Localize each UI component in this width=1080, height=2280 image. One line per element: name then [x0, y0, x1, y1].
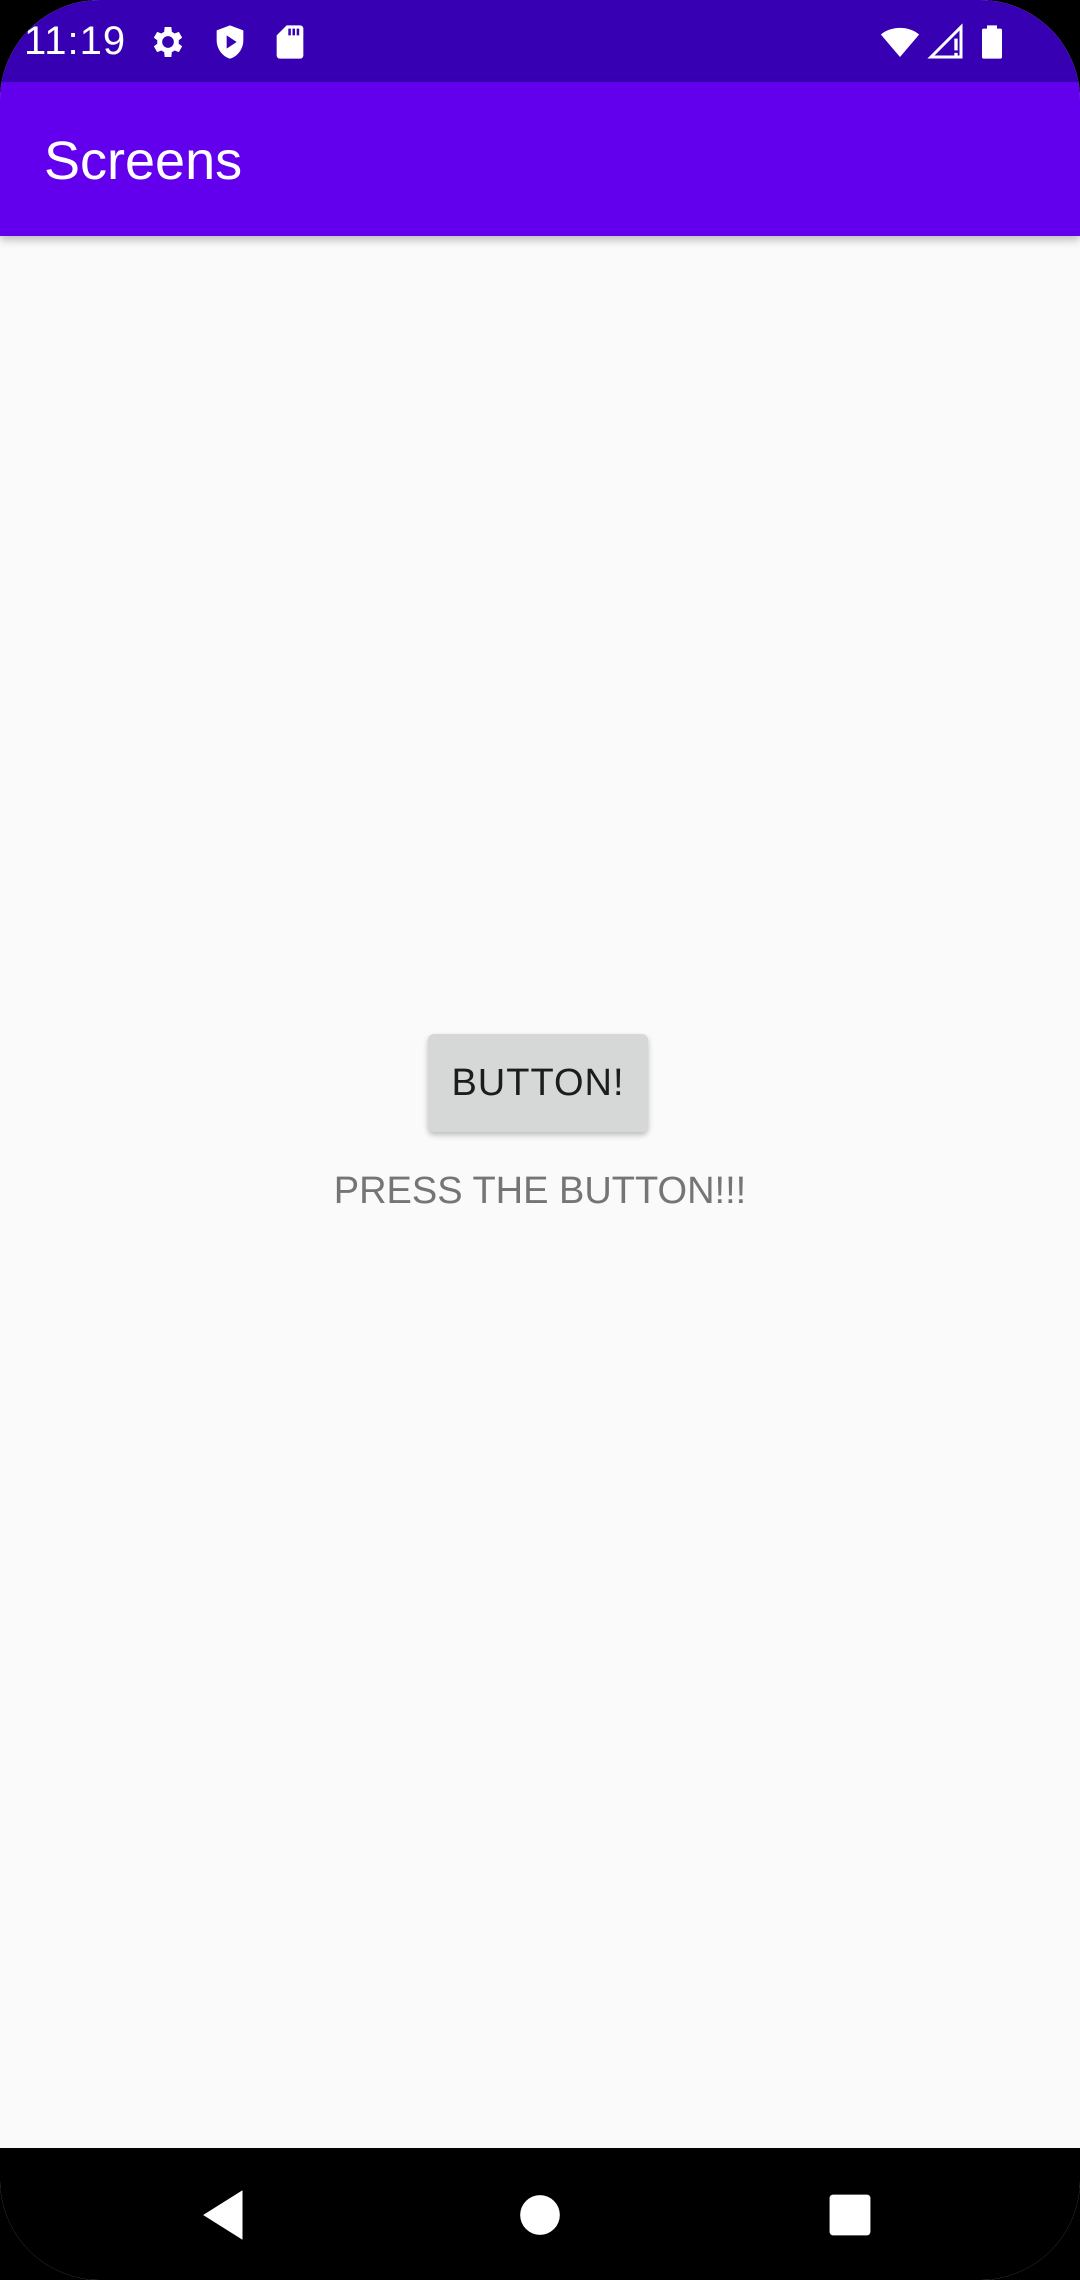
app-bar: Screens	[0, 82, 1080, 236]
press-button[interactable]: BUTTON!	[428, 1034, 648, 1132]
cell-signal-icon	[926, 22, 966, 62]
status-time: 11:19	[24, 19, 127, 63]
gear-icon	[148, 22, 188, 62]
battery-icon	[972, 22, 1012, 62]
recents-icon[interactable]	[815, 2180, 885, 2250]
back-icon[interactable]	[190, 2180, 260, 2250]
status-bar: 11:19	[0, 0, 1080, 82]
shield-play-icon	[210, 22, 250, 62]
phone-screen: 11:19 Screens BUTTON! PRESS THE BUTTON!!…	[0, 0, 1080, 2280]
main-content: BUTTON! PRESS THE BUTTON!!!	[0, 236, 1080, 2148]
wifi-icon	[880, 22, 920, 62]
hint-text: PRESS THE BUTTON!!!	[333, 1170, 747, 1212]
home-icon[interactable]	[505, 2180, 575, 2250]
navigation-bar	[0, 2148, 1080, 2280]
app-title: Screens	[44, 131, 243, 191]
sd-card-icon	[270, 22, 310, 62]
